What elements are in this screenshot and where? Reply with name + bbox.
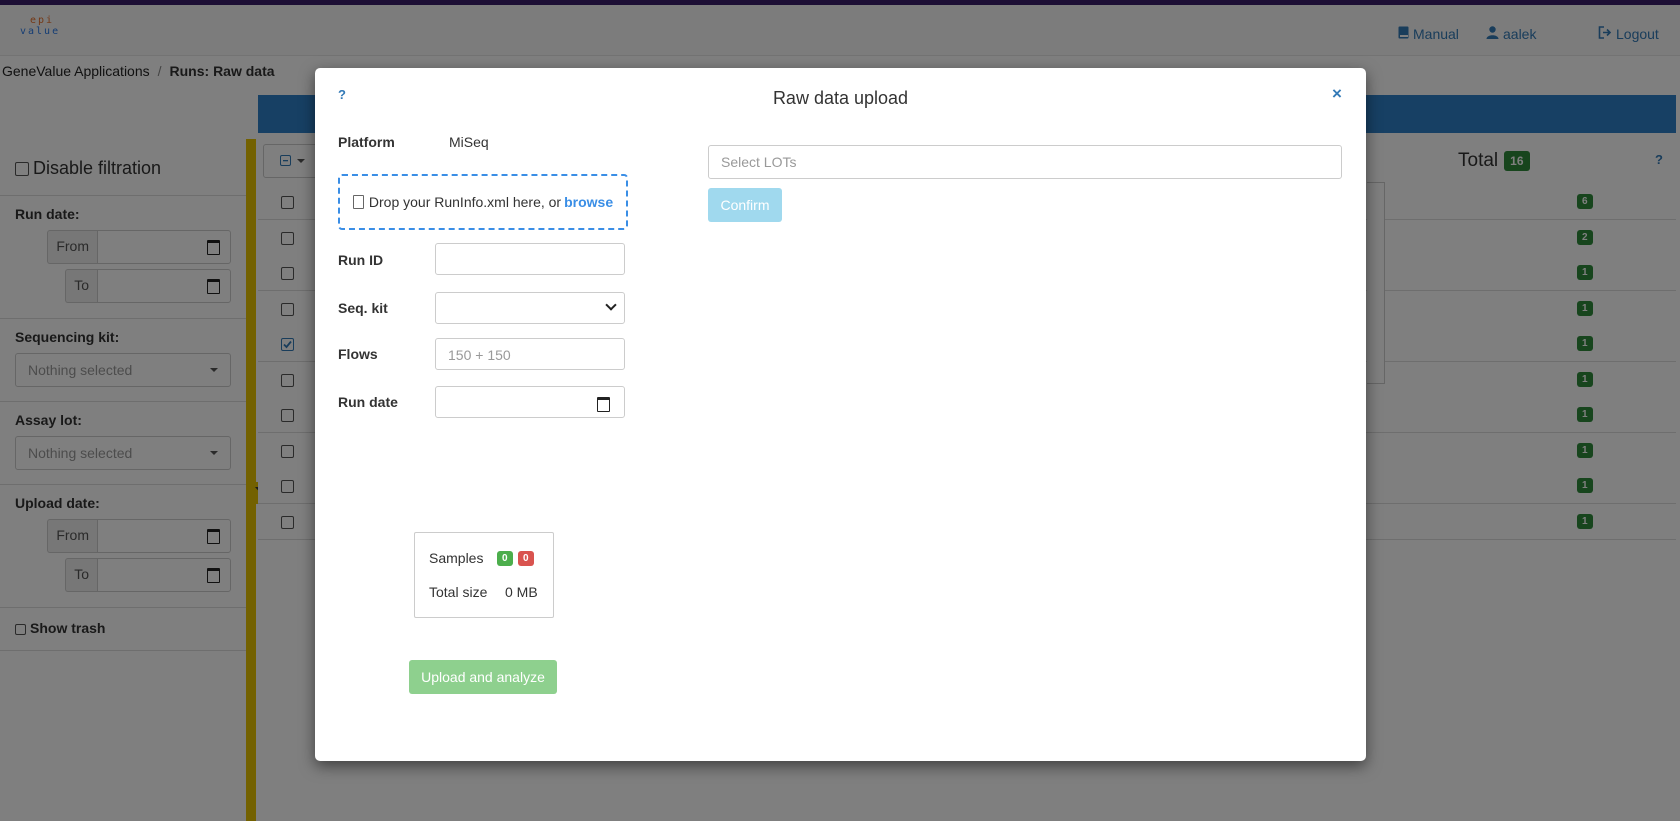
- chevron-down-icon: [605, 299, 617, 311]
- run-date-input[interactable]: [435, 386, 625, 418]
- run-date-label: Run date: [338, 394, 398, 410]
- browse-link[interactable]: browse: [564, 194, 613, 210]
- total-size-label: Total size: [429, 584, 488, 600]
- confirm-button[interactable]: Confirm: [708, 188, 782, 222]
- samples-error-badge: 0: [518, 551, 534, 566]
- upload-stats-box: Samples 0 0 Total size 0 MB: [414, 532, 554, 618]
- select-lots-input[interactable]: Select LOTs: [708, 145, 1342, 179]
- raw-data-upload-modal: ? Raw data upload × Platform MiSeq Drop …: [315, 68, 1366, 761]
- seq-kit-label: Seq. kit: [338, 300, 388, 316]
- platform-value: MiSeq: [449, 134, 489, 150]
- dropzone-text: Drop your RunInfo.xml here, or: [368, 194, 562, 210]
- platform-label: Platform: [338, 134, 395, 150]
- file-icon: [352, 195, 364, 209]
- samples-label: Samples: [429, 550, 484, 566]
- flows-label: Flows: [338, 346, 378, 362]
- samples-ok-badge: 0: [497, 551, 513, 566]
- upload-and-analyze-button[interactable]: Upload and analyze: [409, 660, 557, 694]
- runinfo-dropzone[interactable]: Drop your RunInfo.xml here, or browse: [338, 174, 628, 230]
- run-id-input[interactable]: [435, 243, 625, 275]
- run-id-label: Run ID: [338, 252, 384, 268]
- seq-kit-select[interactable]: [435, 292, 625, 324]
- flows-placeholder: 150 + 150: [448, 347, 511, 363]
- total-size-value: 0 MB: [505, 584, 538, 600]
- calendar-icon[interactable]: [597, 397, 610, 412]
- flows-input[interactable]: 150 + 150: [435, 338, 625, 370]
- close-icon[interactable]: ×: [1332, 84, 1342, 104]
- modal-title: Raw data upload: [772, 88, 909, 108]
